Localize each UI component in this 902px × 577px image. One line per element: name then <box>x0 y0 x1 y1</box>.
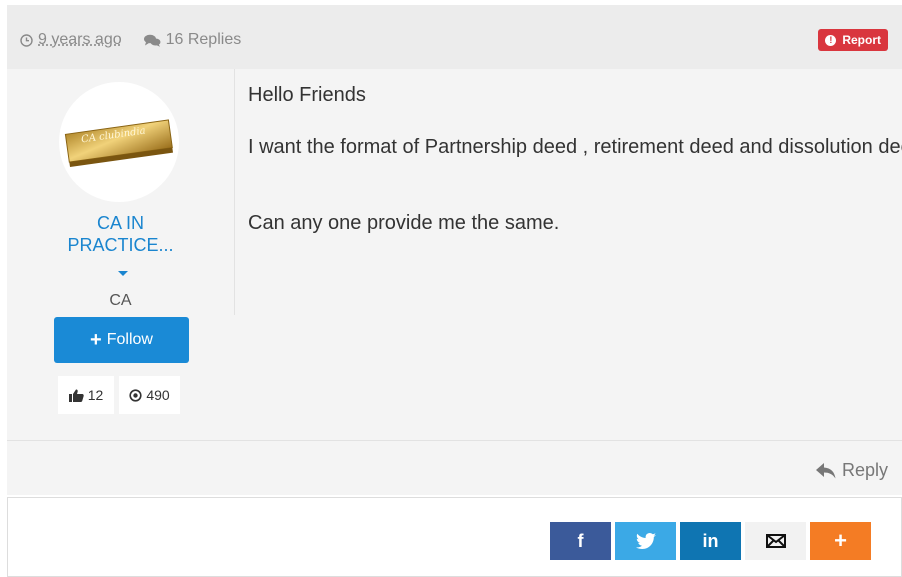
share-email-button[interactable] <box>745 522 806 560</box>
post-header: 9 years ago 16 Replies ! Report <box>7 5 902 69</box>
plus-icon: + <box>90 329 102 351</box>
reply-label: Reply <box>841 460 888 480</box>
chevron-down-icon[interactable] <box>118 271 128 276</box>
eye-icon <box>129 388 142 402</box>
author-name-link[interactable]: CA IN PRACTICE... <box>7 212 234 256</box>
likes-count: 12 <box>87 387 104 403</box>
share-twitter-button[interactable] <box>615 522 676 560</box>
report-label: Report <box>842 33 881 47</box>
reply-icon <box>815 462 842 479</box>
replies-count[interactable]: 16 Replies <box>143 31 242 49</box>
linkedin-icon: in <box>702 530 719 551</box>
post-paragraph-2: Can any one provide me the same. <box>248 212 560 234</box>
exclamation-icon: ! <box>825 34 837 46</box>
facebook-icon: f <box>577 530 584 551</box>
comments-icon <box>143 34 161 47</box>
share-facebook-button[interactable]: f <box>550 522 611 560</box>
more-icon: + <box>834 528 847 553</box>
reply-button[interactable]: Reply <box>815 460 888 481</box>
share-more-button[interactable]: + <box>810 522 871 560</box>
author-role: CA <box>109 292 132 309</box>
email-icon <box>765 534 786 548</box>
views-count: 490 <box>146 387 170 403</box>
clock-icon <box>20 33 33 47</box>
avatar[interactable]: CA clubindia <box>59 82 179 202</box>
replies-label: 16 Replies <box>165 31 242 48</box>
report-button[interactable]: ! Report <box>818 29 888 51</box>
share-linkedin-button[interactable]: in <box>680 522 741 560</box>
author-panel: CA clubindia CA IN PRACTICE... CA <box>7 69 235 315</box>
divider <box>7 440 902 441</box>
author-name-line1: CA IN <box>96 213 144 233</box>
post-meta: 9 years ago 16 Replies <box>20 31 241 49</box>
post-card: 9 years ago 16 Replies ! Report CA clubi… <box>7 5 902 495</box>
post-body: Hello Friends I want the format of Partn… <box>248 84 902 234</box>
author-name-line2: PRACTICE... <box>67 235 174 255</box>
post-greeting: Hello Friends <box>248 84 366 106</box>
thumbs-up-icon <box>68 389 84 402</box>
views-stat: 490 <box>119 376 180 414</box>
likes-stat: 12 <box>58 376 114 414</box>
twitter-icon <box>635 533 656 549</box>
page: 9 years ago 16 Replies ! Report CA clubi… <box>0 0 902 577</box>
follow-button[interactable]: + Follow <box>54 317 189 363</box>
post-paragraph-1: I want the format of Partnership deed , … <box>248 136 902 158</box>
share-bar: f in + <box>550 522 875 560</box>
follow-label: Follow <box>106 331 153 348</box>
post-time-link[interactable]: 9 years ago <box>38 31 122 49</box>
